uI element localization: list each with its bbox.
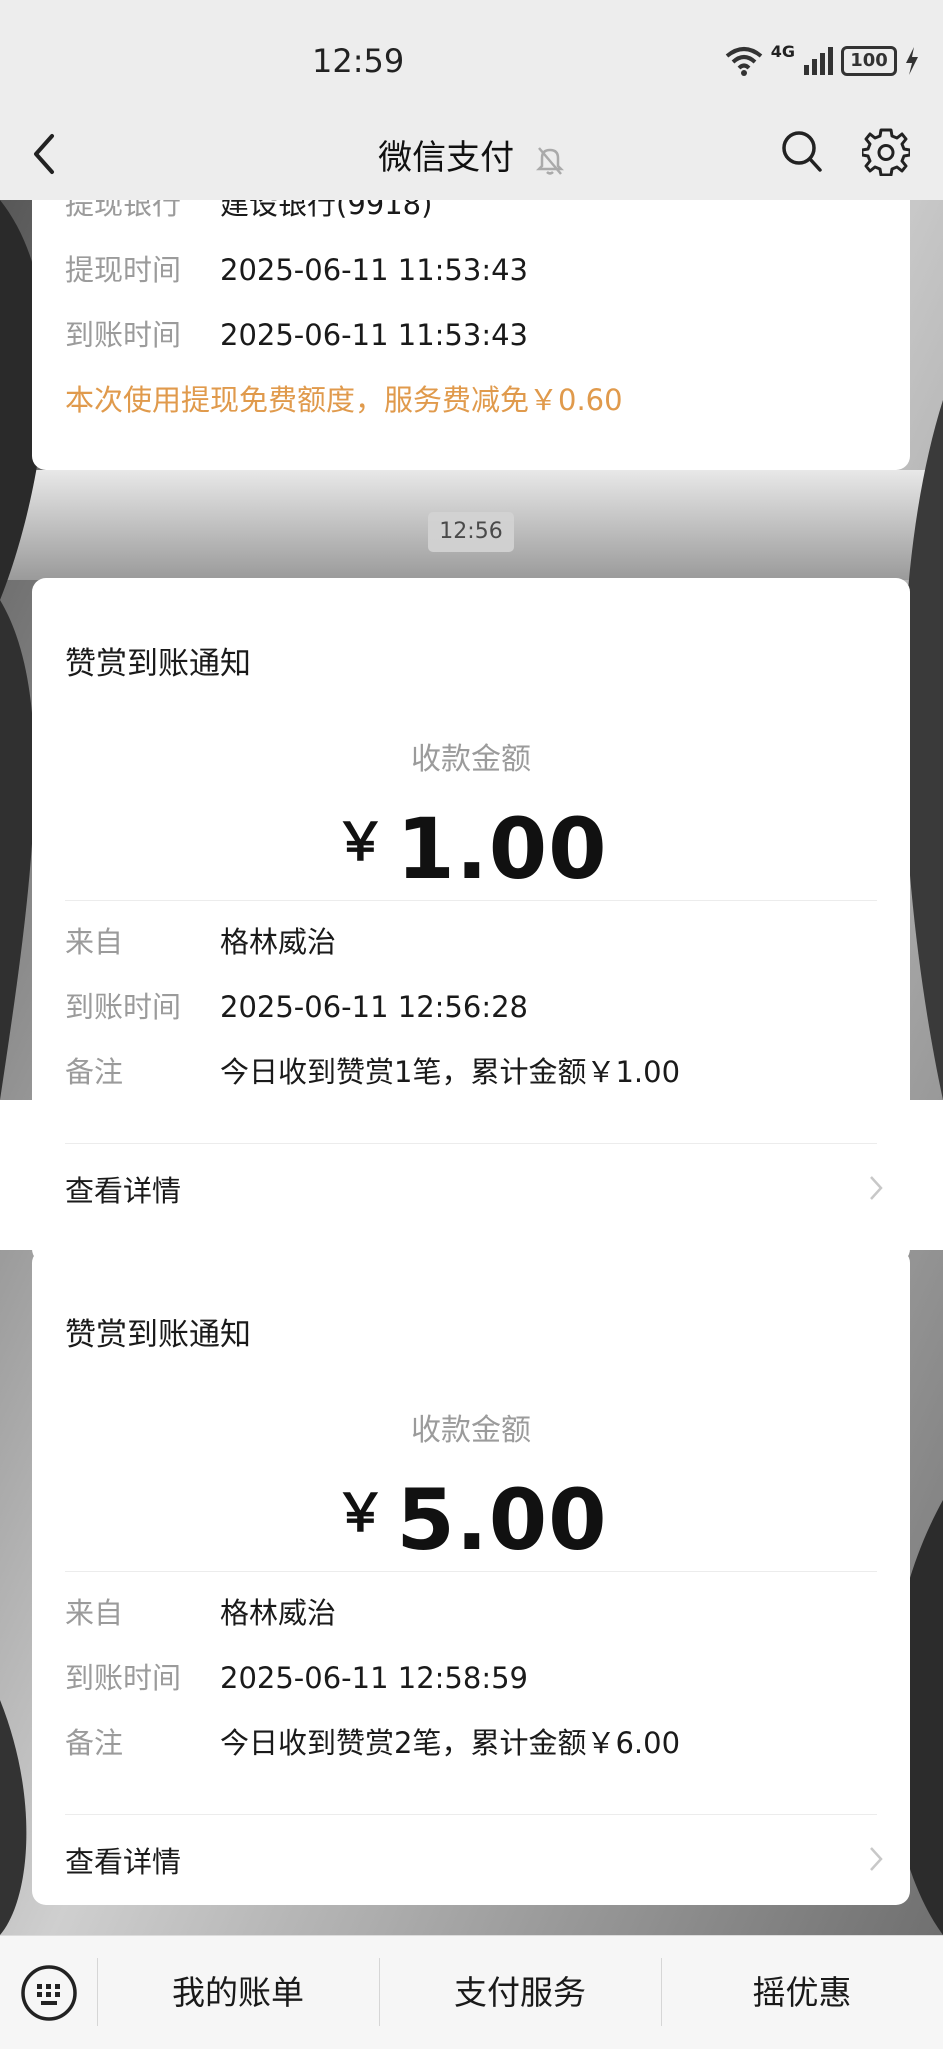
row-value: 2025-06-11 12:56:28 <box>220 990 528 1024</box>
status-time: 12:59 <box>312 42 405 80</box>
row-label: 备注 <box>65 1726 124 1760</box>
arrival-time-row: 到账时间 2025-06-11 12:58:59 <box>65 1660 528 1696</box>
gear-icon[interactable] <box>862 126 910 176</box>
chevron-right-icon <box>870 1847 883 1871</box>
network-type: 4G <box>770 41 795 61</box>
menu-shake-offers[interactable]: 摇优惠 <box>661 1936 943 2049</box>
row-label: 到账时间 <box>65 1661 182 1695</box>
amount-label: 收款金额 <box>411 742 531 777</box>
row-label: 提现时间 <box>65 253 182 287</box>
row-label: 到账时间 <box>65 318 182 352</box>
divider <box>65 1571 877 1572</box>
withdraw-row-time: 提现时间 2025-06-11 11:53:43 <box>65 252 528 288</box>
bottom-menu-bar: 我的账单 支付服务 摇优惠 <box>0 1935 943 2049</box>
menu-my-bills[interactable]: 我的账单 <box>97 1936 379 2049</box>
battery-icon: 100 <box>841 46 897 76</box>
row-label: 来自 <box>65 925 124 959</box>
row-value: 2025-06-11 12:58:59 <box>220 1661 528 1695</box>
currency-symbol: ￥ <box>334 813 387 873</box>
status-bar: 12:59 4G 100 <box>0 0 943 112</box>
system-icons: 4G 100 <box>725 42 919 76</box>
mute-bell-icon <box>535 146 564 175</box>
search-icon[interactable] <box>780 128 824 176</box>
charging-icon <box>906 47 918 75</box>
menu-payment-services[interactable]: 支付服务 <box>379 1936 661 2049</box>
row-value: 2025-06-11 11:53:43 <box>220 318 528 352</box>
row-value: 今日收到赞赏2笔，累计金额￥6.00 <box>220 1726 681 1760</box>
row-label: 来自 <box>65 1596 124 1630</box>
row-label: 备注 <box>65 1055 124 1089</box>
amount-value: 1.00 <box>396 800 608 898</box>
divider <box>65 900 877 901</box>
signal-icon <box>804 47 833 75</box>
battery-level: 100 <box>850 50 888 71</box>
arrival-time-row: 到账时间 2025-06-11 12:56:28 <box>65 989 528 1025</box>
amount: ￥ 5.00 <box>32 1471 910 1569</box>
divider <box>65 1814 877 1815</box>
card-title: 赞赏到账通知 <box>65 646 251 682</box>
currency-symbol: ￥ <box>334 1484 387 1544</box>
amount-value: 5.00 <box>396 1471 608 1569</box>
row-value: 格林威治 <box>220 1596 337 1630</box>
fee-waiver-note: 本次使用提现免费额度，服务费减免￥0.60 <box>65 383 623 417</box>
amount-label: 收款金额 <box>411 1413 531 1448</box>
nav-bar: 微信支付 <box>0 112 943 200</box>
withdraw-card: 提现银行 建设银行(9918) 提现时间 2025-06-11 11:53:43 到… <box>32 160 910 470</box>
keyboard-icon[interactable] <box>20 1964 78 2022</box>
card-title: 赞赏到账通知 <box>65 1317 251 1353</box>
from-row: 来自 格林威治 <box>65 1595 336 1631</box>
row-value: 格林威治 <box>220 925 337 959</box>
reward-card-2[interactable]: 赞赏到账通知 收款金额 ￥ 5.00 来自 格林威治 到账时间 2025-06-11 … <box>32 1249 910 1905</box>
withdraw-row-arrival: 到账时间 2025-06-11 11:53:43 <box>65 317 528 353</box>
amount: ￥ 1.00 <box>32 800 910 898</box>
remark-row: 备注 今日收到赞赏2笔，累计金额￥6.00 <box>65 1725 680 1761</box>
row-label: 到账时间 <box>65 990 182 1024</box>
reward-card-1[interactable]: 赞赏到账通知 收款金额 ￥ 1.00 来自 格林威治 到账时间 2025-06-11 … <box>32 578 910 1263</box>
page-title-text: 微信支付 <box>378 138 515 178</box>
chevron-right-icon <box>870 1176 883 1200</box>
view-details-link[interactable]: 查看详情 <box>65 1168 181 1210</box>
divider <box>65 1143 877 1144</box>
row-value: 今日收到赞赏1笔，累计金额￥1.00 <box>220 1055 681 1089</box>
view-details-link[interactable]: 查看详情 <box>65 1839 181 1881</box>
row-value: 2025-06-11 11:53:43 <box>220 253 528 287</box>
remark-row: 备注 今日收到赞赏1笔，累计金额￥1.00 <box>65 1054 680 1090</box>
chat-timestamp: 12:56 <box>428 512 514 552</box>
from-row: 来自 格林威治 <box>65 924 336 960</box>
wifi-icon <box>725 47 763 76</box>
